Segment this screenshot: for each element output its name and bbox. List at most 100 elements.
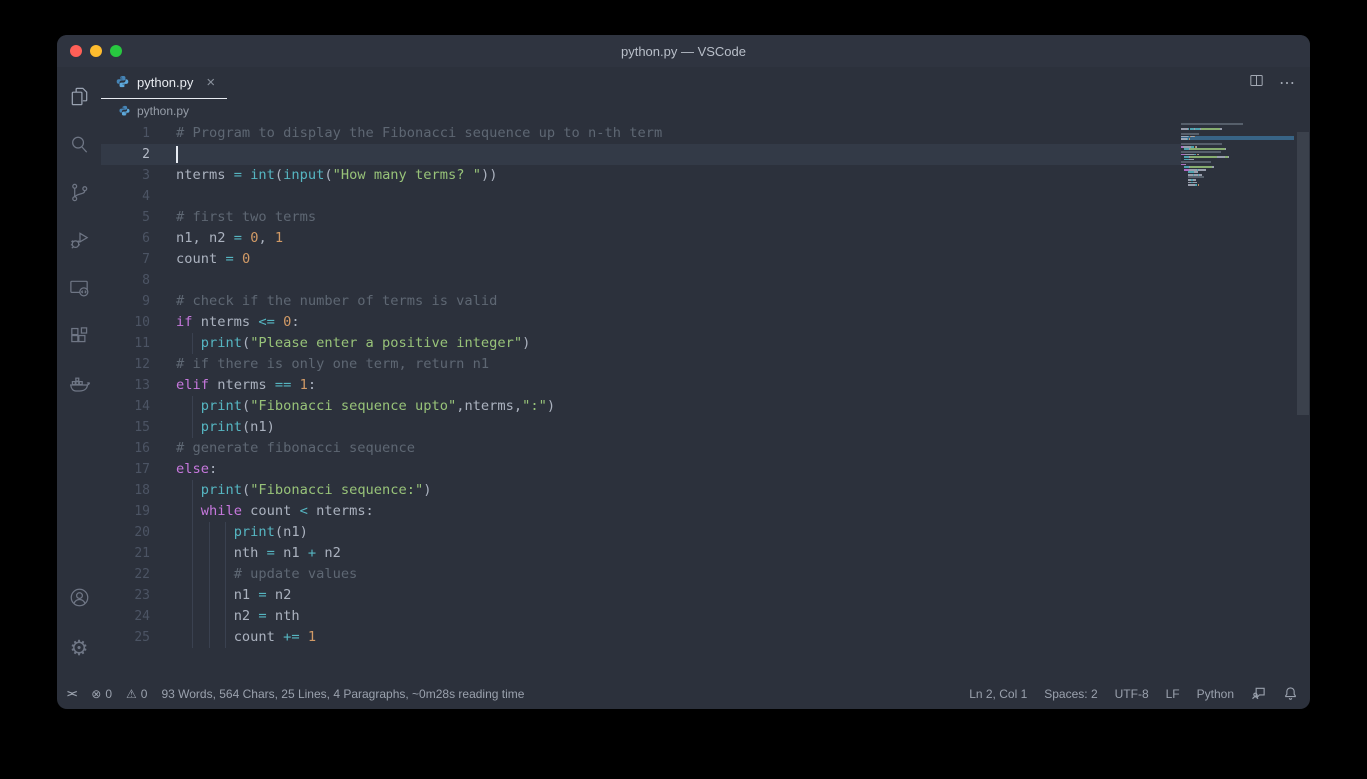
line-number[interactable]: 20 — [101, 525, 150, 540]
status-line-col[interactable]: Ln 2, Col 1 — [969, 687, 1027, 701]
breadcrumb-file-label[interactable]: python.py — [137, 104, 189, 118]
line-number[interactable]: 16 — [101, 441, 150, 456]
code-line-9[interactable]: 9# check if the number of terms is valid — [101, 291, 1181, 312]
line-number[interactable]: 17 — [101, 462, 150, 477]
extensions-icon — [68, 325, 91, 353]
line-number[interactable]: 3 — [101, 168, 150, 183]
code-line-3[interactable]: 3nterms = int(input("How many terms? ")) — [101, 165, 1181, 186]
line-number[interactable]: 23 — [101, 588, 150, 603]
breadcrumb[interactable]: python.py — [101, 99, 1310, 123]
line-number[interactable]: 13 — [101, 378, 150, 393]
line-number[interactable]: 11 — [101, 336, 150, 351]
activity-item-account[interactable] — [57, 576, 101, 624]
close-window-button[interactable] — [70, 45, 82, 57]
code-line-15[interactable]: 15 print(n1) — [101, 417, 1181, 438]
line-number[interactable]: 9 — [101, 294, 150, 309]
line-number[interactable]: 25 — [101, 630, 150, 645]
line-number[interactable]: 21 — [101, 546, 150, 561]
code-line-5[interactable]: 5# first two terms — [101, 207, 1181, 228]
line-number[interactable]: 19 — [101, 504, 150, 519]
activity-item-search[interactable] — [57, 123, 101, 171]
editor-scrollbar[interactable] — [1297, 132, 1309, 415]
python-file-icon — [118, 105, 131, 118]
minimap[interactable] — [1181, 123, 1294, 187]
tab-close-icon[interactable]: × — [206, 75, 215, 90]
traffic-lights — [70, 35, 122, 67]
code-line-10[interactable]: 10if nterms <= 0: — [101, 312, 1181, 333]
line-number[interactable]: 5 — [101, 210, 150, 225]
tab-bar: python.py × ⋯ — [101, 67, 1310, 99]
docker-whale-icon — [68, 373, 91, 401]
line-number[interactable]: 15 — [101, 420, 150, 435]
activity-item-run-debug[interactable] — [57, 219, 101, 267]
activity-item-remote-explorer[interactable] — [57, 267, 101, 315]
python-file-icon — [115, 75, 130, 90]
account-icon — [68, 586, 91, 614]
code-editor[interactable]: 1# Program to display the Fibonacci sequ… — [101, 123, 1310, 678]
vscode-window: python.py — VSCode — [57, 35, 1310, 709]
line-number[interactable]: 1 — [101, 126, 150, 141]
error-count: 0 — [105, 687, 112, 701]
code-line-7[interactable]: 7count = 0 — [101, 249, 1181, 270]
code-line-1[interactable]: 1# Program to display the Fibonacci sequ… — [101, 123, 1181, 144]
titlebar[interactable]: python.py — VSCode — [57, 35, 1310, 67]
warning-count: 0 — [141, 687, 148, 701]
explorer-icon — [68, 85, 91, 113]
problems-status[interactable]: ⊗ 0 ⚠ 0 — [91, 687, 147, 701]
activity-item-settings[interactable]: ⚙ — [57, 624, 101, 672]
line-number[interactable]: 2 — [101, 147, 150, 162]
code-line-19[interactable]: 19 while count < nterms: — [101, 501, 1181, 522]
line-number[interactable]: 4 — [101, 189, 150, 204]
run-and-debug-icon — [68, 229, 91, 257]
code-line-23[interactable]: 23 n1 = n2 — [101, 585, 1181, 606]
line-number[interactable]: 14 — [101, 399, 150, 414]
code-line-22[interactable]: 22 # update values — [101, 564, 1181, 585]
line-number[interactable]: 7 — [101, 252, 150, 267]
remote-indicator-icon[interactable]: >< — [67, 687, 77, 700]
status-indentation[interactable]: Spaces: 2 — [1044, 687, 1097, 701]
line-number[interactable]: 12 — [101, 357, 150, 372]
code-line-20[interactable]: 20 print(n1) — [101, 522, 1181, 543]
code-line-14[interactable]: 14 print("Fibonacci sequence upto",nterm… — [101, 396, 1181, 417]
code-line-17[interactable]: 17else: — [101, 459, 1181, 480]
line-number[interactable]: 18 — [101, 483, 150, 498]
editor-actions: ⋯ — [1248, 67, 1310, 99]
code-line-2[interactable]: 2 — [101, 144, 1181, 165]
minimap-current-line-highlight — [1181, 136, 1294, 140]
status-language[interactable]: Python — [1197, 687, 1234, 701]
code-line-4[interactable]: 4 — [101, 186, 1181, 207]
activity-bar: ⚙ — [57, 67, 101, 678]
line-number[interactable]: 24 — [101, 609, 150, 624]
error-icon: ⊗ — [91, 687, 101, 701]
code-line-16[interactable]: 16# generate fibonacci sequence — [101, 438, 1181, 459]
feedback-icon[interactable] — [1251, 686, 1266, 701]
code-line-21[interactable]: 21 nth = n1 + n2 — [101, 543, 1181, 564]
code-line-8[interactable]: 8 — [101, 270, 1181, 291]
document-stats[interactable]: 93 Words, 564 Chars, 25 Lines, 4 Paragra… — [161, 687, 524, 701]
status-encoding[interactable]: UTF-8 — [1115, 687, 1149, 701]
activity-item-source-control[interactable] — [57, 171, 101, 219]
warning-icon: ⚠ — [126, 687, 137, 701]
code-line-11[interactable]: 11 print("Please enter a positive intege… — [101, 333, 1181, 354]
code-line-12[interactable]: 12# if there is only one term, return n1 — [101, 354, 1181, 375]
code-line-13[interactable]: 13elif nterms == 1: — [101, 375, 1181, 396]
code-line-25[interactable]: 25 count += 1 — [101, 627, 1181, 648]
notifications-bell-icon[interactable] — [1283, 686, 1298, 701]
activity-item-docker[interactable] — [57, 363, 101, 411]
line-number[interactable]: 10 — [101, 315, 150, 330]
minimize-window-button[interactable] — [90, 45, 102, 57]
more-actions-icon[interactable]: ⋯ — [1279, 73, 1296, 93]
maximize-window-button[interactable] — [110, 45, 122, 57]
code-lines: 1# Program to display the Fibonacci sequ… — [101, 123, 1181, 648]
code-line-24[interactable]: 24 n2 = nth — [101, 606, 1181, 627]
line-number[interactable]: 22 — [101, 567, 150, 582]
tab-python-py[interactable]: python.py × — [101, 67, 227, 99]
activity-item-explorer[interactable] — [57, 75, 101, 123]
status-eol[interactable]: LF — [1166, 687, 1180, 701]
code-line-18[interactable]: 18 print("Fibonacci sequence:") — [101, 480, 1181, 501]
activity-item-extensions[interactable] — [57, 315, 101, 363]
split-editor-icon[interactable] — [1248, 72, 1265, 94]
line-number[interactable]: 6 — [101, 231, 150, 246]
line-number[interactable]: 8 — [101, 273, 150, 288]
code-line-6[interactable]: 6n1, n2 = 0, 1 — [101, 228, 1181, 249]
